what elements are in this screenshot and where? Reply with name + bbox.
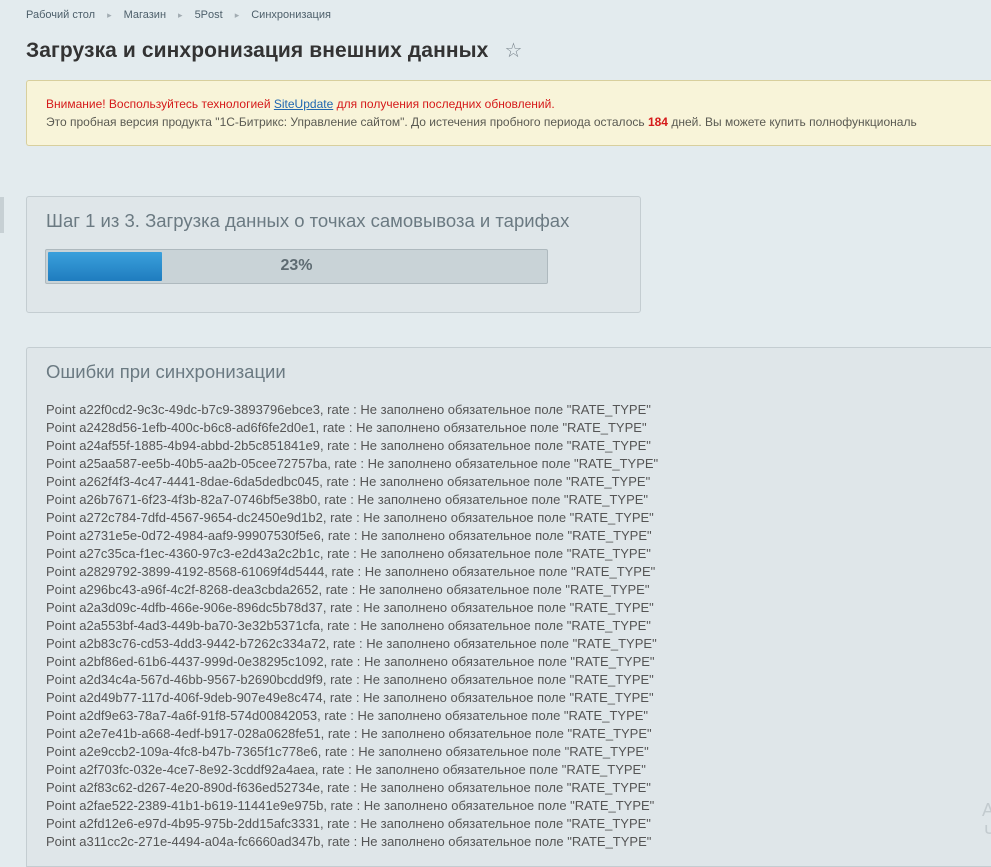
error-line: Point a2731e5e-0d72-4984-aaf9-99907530f5… [46,528,652,543]
error-line: Point a2df9e63-78a7-4a6f-91f8-574d008420… [46,708,649,723]
error-line: Point a262f4f3-4c47-4441-8dae-6da5dedbc0… [46,474,651,489]
sync-errors-panel: Ошибки при синхронизации Point a22f0cd2-… [26,347,991,867]
error-line: Point a24af55f-1885-4b94-abbd-2b5c851841… [46,438,651,453]
breadcrumb-separator-icon: ▸ [178,9,183,20]
error-line: Point a2b83c76-cd53-4dd3-9442-b7262c334a… [46,636,657,651]
error-line: Point a2e9ccb2-109a-4fc8-b47b-7365f1c778… [46,744,649,759]
trial-days-count: 184 [647,115,668,129]
breadcrumb-item-desktop[interactable]: Рабочий стол [26,9,95,21]
progress-label: 23% [280,257,313,274]
error-line: Point a22f0cd2-9c3c-49dc-b7c9-3893796ebc… [46,402,651,417]
breadcrumb-separator-icon: ▸ [107,9,112,20]
breadcrumb-item-shop[interactable]: Магазин [124,9,166,21]
error-line: Point a2a553bf-4ad3-449b-ba70-3e32b5371c… [46,618,651,633]
error-line: Point a2fd12e6-e97d-4b95-975b-2dd15afc33… [46,816,651,831]
step-title: Шаг 1 из 3. Загрузка данных о точках сам… [46,210,570,231]
siteupdate-link[interactable]: SiteUpdate [274,97,333,111]
error-line: Point a2e7e41b-a668-4edf-b917-028a0628fe… [46,726,652,741]
trial-text-suffix: дней. Вы можете купить полнофункциональ [667,115,917,129]
error-list: Point a22f0cd2-9c3c-49dc-b7c9-3893796ebc… [46,401,658,851]
edge-fragment: А [982,800,991,820]
trial-notice: Внимание! Воспользуйтесь технологией Sit… [26,80,991,146]
error-line: Point a2d49b77-117d-406f-9deb-907e49e8c4… [46,690,654,705]
error-line: Point a26b7671-6f23-4f3b-82a7-0746bf5e38… [46,492,649,507]
trial-text: Это пробная версия продукта "1С-Битрикс:… [46,115,648,129]
edge-fragment: Ч [984,822,991,842]
breadcrumb-separator-icon: ▸ [234,9,240,20]
error-line: Point a311cc2c-271e-4494-a04a-fc6660ad34… [46,834,652,849]
page-title: Загрузка и синхронизация внешних данных [26,38,489,62]
progress-bar: 23% [45,249,548,284]
error-line: Point a27c35ca-f1ec-4360-97c3-e2d43a2c2b… [46,546,651,561]
breadcrumb: Рабочий стол ▸ Магазин ▸ 5Post ▸ Синхрон… [26,9,331,21]
error-line: Point a2428d56-1efb-400c-b6c8-ad6f6fe2d0… [46,420,647,435]
error-line: Point a2f83c62-d267-4e20-890d-f636ed5273… [46,780,651,795]
error-line: Point a272c784-7dfd-4567-9654-dc2450e9d1… [46,510,654,525]
warning-text: Внимание! Воспользуйтесь технологией [46,97,274,111]
breadcrumb-item-5post[interactable]: 5Post [195,9,223,21]
error-line: Point a296bc43-a96f-4c2f-8268-dea3cbda26… [46,582,650,597]
trial-info: Это пробная версия продукта "1С-Битрикс:… [46,113,991,131]
breadcrumb-item-sync[interactable]: Синхронизация [251,9,331,21]
favorite-star-icon[interactable]: ☆ [504,38,522,63]
errors-title: Ошибки при синхронизации [46,361,286,382]
error-line: Point a2d34c4a-567d-46bb-9567-b2690bcdd9… [46,672,654,687]
error-line: Point a2829792-3899-4192-8568-61069f4d54… [46,564,656,579]
error-line: Point a25aa587-ee5b-40b5-aa2b-05cee72757… [46,456,659,471]
step-panel: Шаг 1 из 3. Загрузка данных о точках сам… [26,196,641,313]
error-line: Point a2a3d09c-4dfb-466e-906e-896dc5b78d… [46,600,654,615]
page-title-row: Загрузка и синхронизация внешних данных … [26,38,523,63]
error-line: Point a2fae522-2389-41b1-b619-11441e9e97… [46,798,655,813]
warning-text-suffix: для получения последних обновлений. [333,97,555,111]
error-line: Point a2bf86ed-61b6-4437-999d-0e38295c10… [46,654,655,669]
left-panel-edge [0,197,4,233]
error-line: Point a2f703fc-032e-4ce7-8e92-3cddf92a4a… [46,762,646,777]
update-warning: Внимание! Воспользуйтесь технологией Sit… [46,95,991,113]
